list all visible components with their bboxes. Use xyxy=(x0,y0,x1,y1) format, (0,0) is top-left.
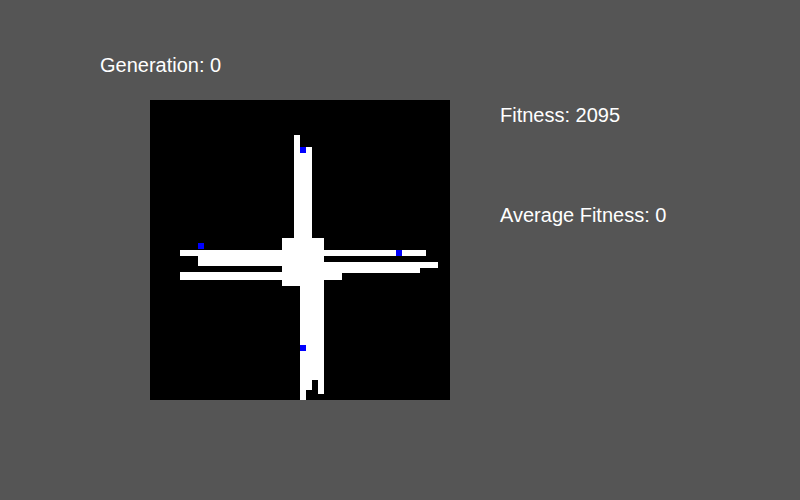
trail xyxy=(180,272,300,280)
trail xyxy=(306,380,312,390)
simulation-screen: Generation: 0 Fitness: 2095 Average Fitnes… xyxy=(0,0,800,500)
agent-dot xyxy=(300,345,306,351)
agent-dot xyxy=(300,147,306,153)
trail xyxy=(318,380,324,394)
agent-dot xyxy=(396,250,402,256)
average-fitness-label: Average Fitness: 0 xyxy=(500,202,666,228)
generation-label: Generation: 0 xyxy=(100,52,450,78)
trail xyxy=(324,273,342,280)
agent-dot xyxy=(198,243,204,249)
trail xyxy=(300,286,324,380)
left-column: Generation: 0 xyxy=(0,0,450,500)
trail xyxy=(324,250,426,256)
fitness-label: Fitness: 2095 xyxy=(500,102,666,128)
trail xyxy=(300,147,312,250)
stats-column: Fitness: 2095 Average Fitness: 0 xyxy=(500,0,666,500)
simulation-canvas xyxy=(150,100,450,400)
trail xyxy=(198,256,300,266)
